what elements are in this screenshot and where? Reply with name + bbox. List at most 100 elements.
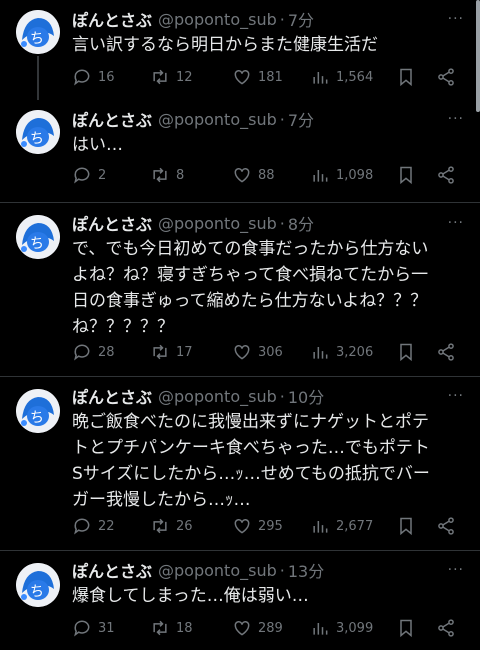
bookmark-icon	[400, 68, 412, 87]
timestamp[interactable]: 13分	[288, 558, 324, 582]
retweet-button[interactable]: 17	[150, 342, 232, 362]
user-handle[interactable]: @poponto_sub	[158, 110, 277, 129]
more-icon[interactable]: ···	[448, 215, 464, 231]
user-handle[interactable]: @poponto_sub	[158, 10, 277, 29]
tweet[interactable]: ち ぽんとさぶ @poponto_sub · 10分 ··· 晩ご飯食べたのに我…	[0, 376, 480, 550]
tweet-text: 晩ご飯食べたのに我慢出来ずにナゲットとポテ トとプチパンケーキ食べちゃった…でも…	[72, 412, 430, 510]
reply-count: 2	[98, 167, 107, 183]
share-icon	[438, 68, 454, 86]
tweet-header: ぽんとさぶ @poponto_sub · 10分 ···	[72, 383, 466, 409]
separator-dot: ·	[279, 386, 285, 406]
retweet-icon	[153, 69, 167, 85]
heart-icon	[234, 518, 250, 534]
bookmark-button[interactable]	[396, 165, 436, 185]
view-count: 2,677	[336, 518, 374, 534]
retweet-count: 26	[176, 518, 193, 534]
reply-count: 31	[98, 620, 115, 636]
share-button[interactable]	[436, 342, 456, 362]
avatar[interactable]: ち	[16, 389, 60, 433]
reply-count: 28	[98, 344, 115, 360]
avatar[interactable]: ち	[16, 563, 60, 607]
display-name[interactable]: ぽんとさぶ	[72, 107, 152, 131]
reply-button[interactable]: 22	[72, 516, 150, 536]
analytics-icon	[313, 623, 328, 635]
more-icon[interactable]: ···	[448, 111, 464, 127]
more-icon[interactable]: ···	[448, 388, 464, 404]
avatar[interactable]: ち	[16, 215, 60, 259]
retweet-button[interactable]: 26	[150, 516, 232, 536]
timestamp[interactable]: 7分	[288, 7, 314, 31]
views-button[interactable]: 1,564	[310, 67, 396, 87]
tweet-text: 言い訳するなら明日からまた健康生活だ	[72, 35, 378, 55]
tweet[interactable]: ち ぽんとさぶ @poponto_sub · 7分 ··· はい… 2 8 88	[0, 98, 480, 202]
share-icon	[438, 166, 454, 184]
like-button[interactable]: 88	[232, 165, 310, 185]
view-count: 3,099	[336, 620, 374, 636]
tweet-header: ぽんとさぶ @poponto_sub · 13分 ···	[72, 557, 466, 583]
bookmark-button[interactable]	[396, 618, 436, 638]
svg-text:ち: ち	[30, 584, 44, 600]
avatar[interactable]: ち	[16, 10, 60, 54]
bookmark-button[interactable]	[396, 516, 436, 536]
reply-icon	[74, 518, 90, 535]
bookmark-icon	[400, 166, 412, 185]
analytics-icon	[313, 72, 328, 84]
bookmark-button[interactable]	[396, 342, 436, 362]
like-count: 88	[258, 167, 275, 183]
like-button[interactable]: 295	[232, 516, 310, 536]
tweet[interactable]: ち ぽんとさぶ @poponto_sub · 13分 ··· 爆食してしまった……	[0, 550, 480, 650]
tweet-actions: 16 12 181 1,564	[72, 66, 458, 88]
more-icon[interactable]: ···	[448, 562, 464, 578]
bookmark-icon	[400, 517, 412, 536]
view-count: 3,206	[336, 344, 374, 360]
share-button[interactable]	[436, 516, 456, 536]
like-button[interactable]: 289	[232, 618, 310, 638]
reply-icon	[74, 620, 90, 637]
like-button[interactable]: 306	[232, 342, 310, 362]
display-name[interactable]: ぽんとさぶ	[72, 558, 152, 582]
bookmark-button[interactable]	[396, 67, 436, 87]
avatar[interactable]: ち	[16, 110, 60, 154]
tweet[interactable]: ち ぽんとさぶ @poponto_sub · 8分 ··· で、でも今日初めての…	[0, 202, 480, 376]
share-icon	[438, 619, 454, 637]
reply-button[interactable]: 31	[72, 618, 150, 638]
retweet-button[interactable]: 12	[150, 67, 232, 87]
tweet-text: 爆食してしまった…俺は弱い…	[72, 586, 309, 606]
views-button[interactable]: 3,206	[310, 342, 396, 362]
reply-button[interactable]: 2	[72, 165, 150, 185]
reply-icon	[74, 167, 90, 184]
user-handle[interactable]: @poponto_sub	[158, 387, 277, 406]
tweet[interactable]: ち ぽんとさぶ @poponto_sub · 7分 ··· 言い訳するなら明日か…	[0, 0, 480, 98]
scrollbar[interactable]	[476, 0, 480, 112]
svg-text:ち: ち	[30, 131, 44, 147]
timeline: ち ぽんとさぶ @poponto_sub · 7分 ··· 言い訳するなら明日か…	[0, 0, 480, 650]
tweet-header: ぽんとさぶ @poponto_sub · 8分 ···	[72, 210, 466, 236]
reply-count: 22	[98, 518, 115, 534]
timestamp[interactable]: 10分	[288, 384, 324, 408]
retweet-button[interactable]: 18	[150, 618, 232, 638]
share-button[interactable]	[436, 165, 456, 185]
view-count: 1,098	[336, 167, 374, 183]
more-icon[interactable]: ···	[448, 11, 464, 27]
user-handle[interactable]: @poponto_sub	[158, 214, 277, 233]
display-name[interactable]: ぽんとさぶ	[72, 211, 152, 235]
like-button[interactable]: 181	[232, 67, 310, 87]
display-name[interactable]: ぽんとさぶ	[72, 384, 152, 408]
retweet-count: 18	[176, 620, 193, 636]
retweet-button[interactable]: 8	[150, 165, 232, 185]
share-button[interactable]	[436, 618, 456, 638]
reply-button[interactable]: 28	[72, 342, 150, 362]
share-button[interactable]	[436, 67, 456, 87]
timestamp[interactable]: 8分	[288, 211, 314, 235]
reply-icon	[74, 344, 90, 361]
timestamp[interactable]: 7分	[288, 107, 314, 131]
views-button[interactable]: 1,098	[310, 165, 396, 185]
views-button[interactable]: 2,677	[310, 516, 396, 536]
user-handle[interactable]: @poponto_sub	[158, 561, 277, 580]
views-button[interactable]: 3,099	[310, 618, 396, 638]
analytics-icon	[313, 170, 328, 182]
display-name[interactable]: ぽんとさぶ	[72, 7, 152, 31]
retweet-icon	[153, 518, 167, 534]
reply-count: 16	[98, 69, 115, 85]
reply-button[interactable]: 16	[72, 67, 150, 87]
